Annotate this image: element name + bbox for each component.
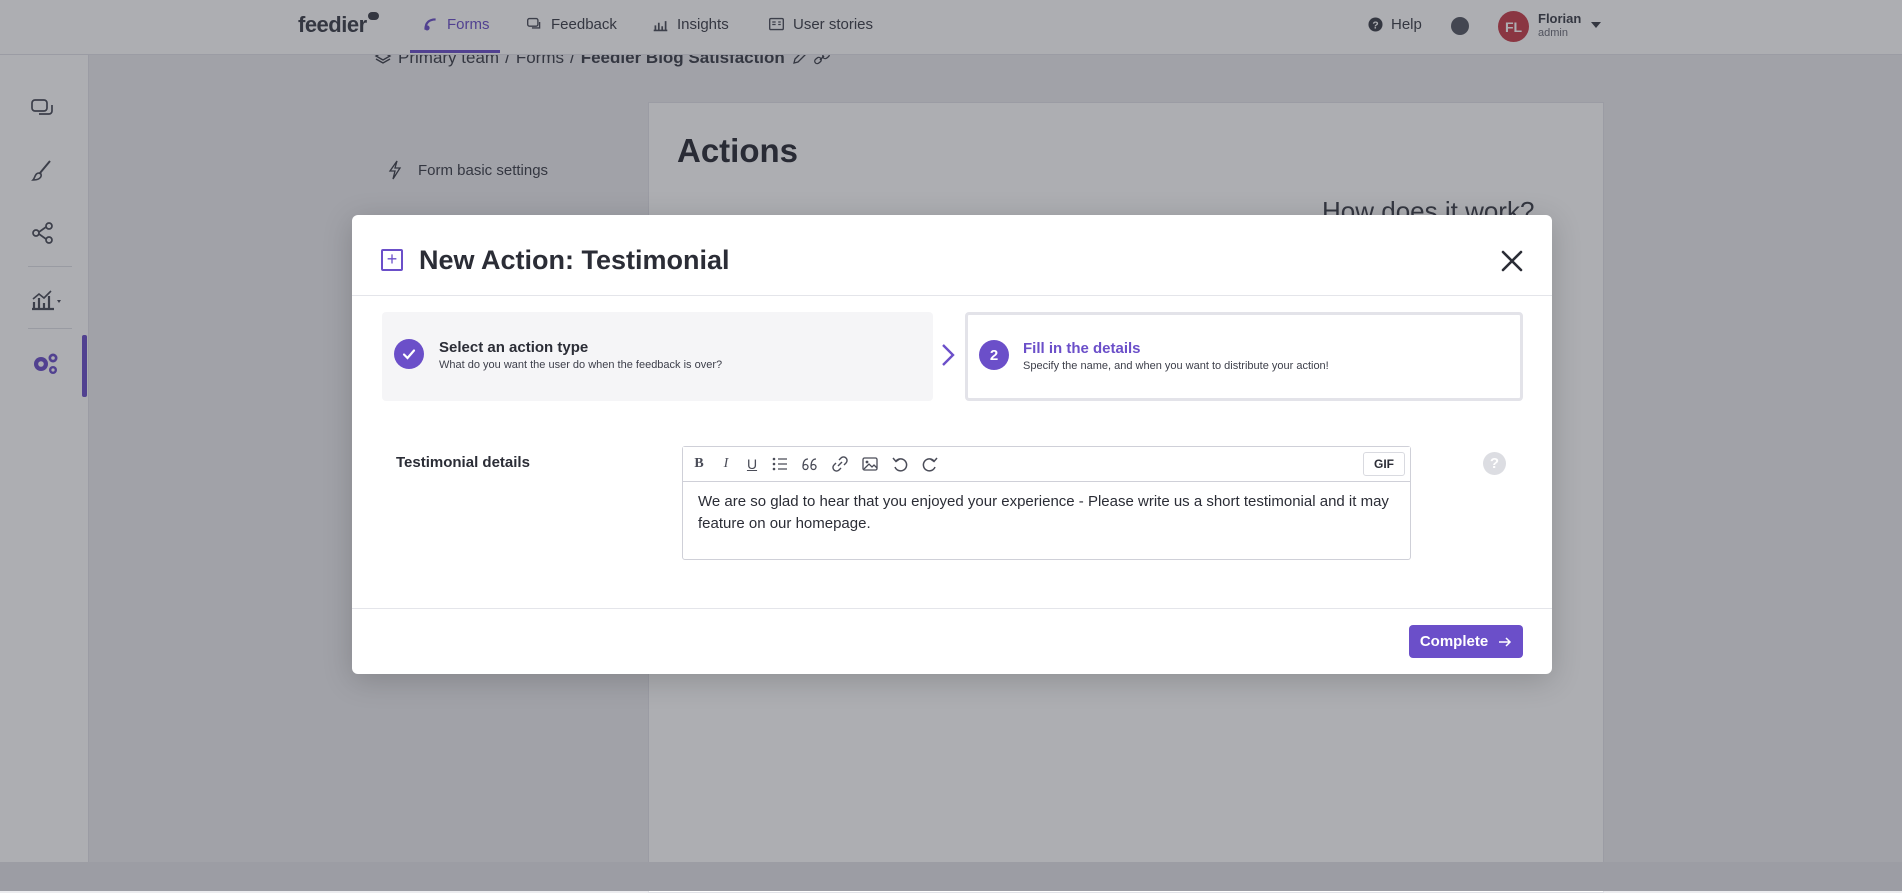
modal-footer-divider xyxy=(352,608,1552,609)
modal-title: New Action: Testimonial xyxy=(419,245,730,275)
italic-icon[interactable]: I xyxy=(717,455,735,473)
quote-icon[interactable] xyxy=(801,455,819,473)
close-icon[interactable] xyxy=(1500,249,1524,273)
plus-square-icon: + xyxy=(381,249,403,271)
new-action-modal: + New Action: Testimonial Select an acti… xyxy=(352,215,1552,674)
step-2-title: Fill in the details xyxy=(1023,340,1141,357)
step-1-subtitle: What do you want the user do when the fe… xyxy=(439,359,723,371)
arrow-right-icon xyxy=(1499,636,1512,647)
link-icon[interactable] xyxy=(831,455,849,473)
underline-icon[interactable]: U xyxy=(743,455,761,473)
bullet-list-icon[interactable] xyxy=(771,455,789,473)
editor-toolbar: B I U GIF xyxy=(683,447,1410,482)
testimonial-text[interactable]: We are so glad to hear that you enjoyed … xyxy=(698,491,1398,535)
modal-header: + New Action: Testimonial xyxy=(352,215,1552,296)
undo-icon[interactable] xyxy=(891,455,909,473)
step-complete-check-icon xyxy=(394,339,424,369)
chevron-right-icon xyxy=(942,344,955,366)
step-fill-details[interactable]: 2 Fill in the details Specify the name, … xyxy=(965,312,1523,401)
testimonial-details-label: Testimonial details xyxy=(396,454,530,471)
complete-button[interactable]: Complete xyxy=(1409,625,1523,658)
redo-icon[interactable] xyxy=(921,455,939,473)
gif-button[interactable]: GIF xyxy=(1363,452,1405,476)
testimonial-editor[interactable]: B I U GIF We are so glad to hear that yo… xyxy=(682,446,1411,560)
step-2-number: 2 xyxy=(979,340,1009,370)
bold-icon[interactable]: B xyxy=(690,455,708,473)
step-2-subtitle: Specify the name, and when you want to d… xyxy=(1023,360,1329,372)
step-1-title: Select an action type xyxy=(439,339,589,356)
step-select-action-type[interactable]: Select an action type What do you want t… xyxy=(382,312,933,401)
help-question-icon[interactable]: ? xyxy=(1483,452,1506,475)
complete-button-label: Complete xyxy=(1419,633,1489,650)
image-icon[interactable] xyxy=(861,455,879,473)
